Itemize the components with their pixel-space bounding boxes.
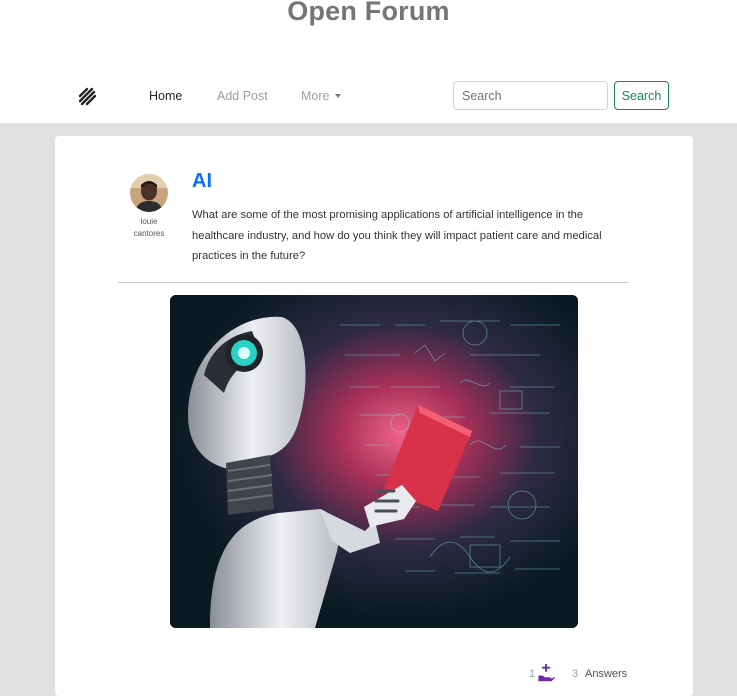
author-last-name: cantores bbox=[133, 229, 165, 238]
header-area: Open Forum Home Add Post More Search bbox=[0, 0, 737, 123]
hand-plus-icon[interactable] bbox=[537, 663, 555, 682]
post-image bbox=[170, 295, 578, 628]
like-count: 1 bbox=[529, 668, 536, 680]
author-name: louie cantores bbox=[123, 216, 175, 240]
post-card: louie cantores AI What are some of the m… bbox=[55, 136, 693, 696]
navbar: Home Add Post More Search bbox=[0, 72, 737, 120]
nav-add-post[interactable]: Add Post bbox=[217, 89, 268, 103]
nav-home[interactable]: Home bbox=[149, 89, 182, 103]
search-button[interactable]: Search bbox=[614, 81, 669, 110]
answers-link[interactable]: Answers bbox=[585, 668, 627, 680]
post-body: What are some of the most promising appl… bbox=[192, 209, 602, 263]
author-first-name: louie bbox=[140, 217, 158, 226]
search-input[interactable] bbox=[453, 81, 608, 110]
nav-more-dropdown[interactable]: More bbox=[301, 89, 342, 103]
post-title[interactable]: AI bbox=[192, 170, 212, 193]
brand-logo-icon[interactable] bbox=[78, 87, 98, 107]
author-avatar[interactable] bbox=[130, 174, 168, 212]
answer-count: 3 bbox=[572, 668, 579, 680]
divider bbox=[118, 282, 629, 283]
post-stats: 1 3 Answers bbox=[525, 662, 645, 684]
caret-down-icon bbox=[335, 94, 342, 98]
site-title: Open Forum bbox=[287, 0, 450, 26]
nav-more-label: More bbox=[301, 89, 330, 103]
